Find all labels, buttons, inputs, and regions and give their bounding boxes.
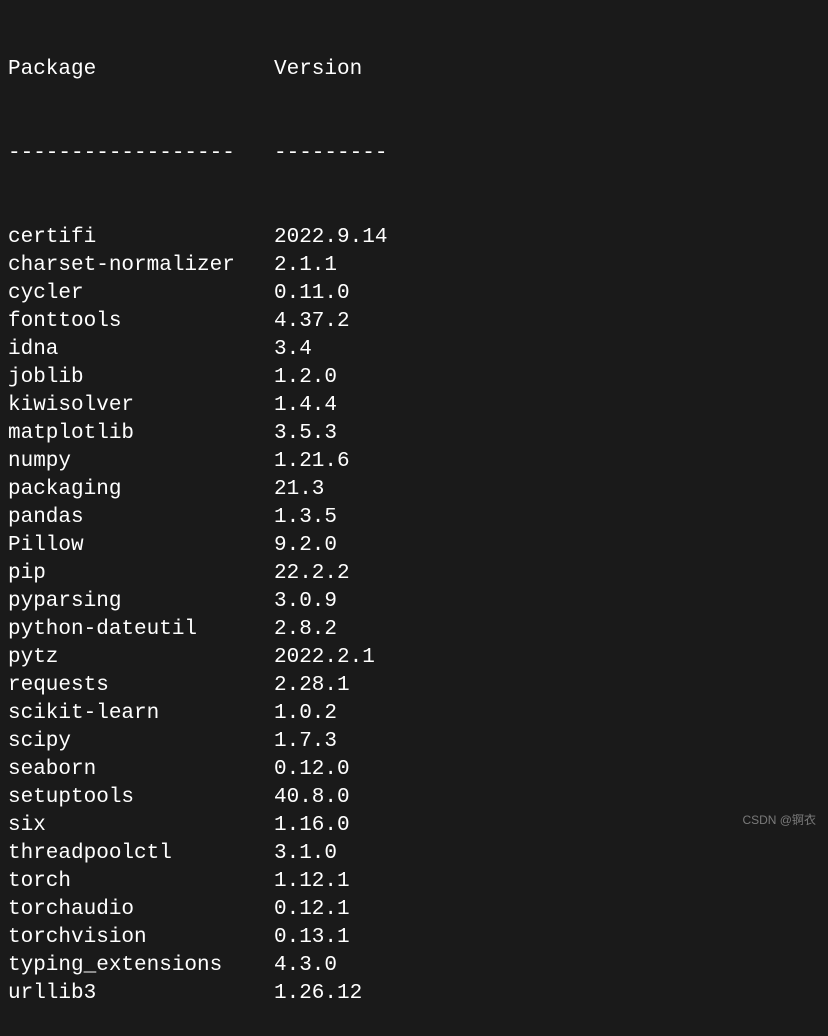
package-version: 40.8.0 [274, 784, 350, 812]
package-name: python-dateutil [8, 616, 274, 644]
table-row: scikit-learn1.0.2 [8, 700, 820, 728]
package-list: certifi2022.9.14charset-normalizer2.1.1c… [8, 224, 820, 1008]
package-version: 1.4.4 [274, 392, 337, 420]
package-name: joblib [8, 364, 274, 392]
package-version: 3.1.0 [274, 840, 337, 868]
package-version: 3.4 [274, 336, 312, 364]
table-row: pyparsing3.0.9 [8, 588, 820, 616]
package-name: setuptools [8, 784, 274, 812]
package-version: 1.0.2 [274, 700, 337, 728]
table-row: Pillow9.2.0 [8, 532, 820, 560]
package-version: 3.0.9 [274, 588, 337, 616]
package-version: 4.3.0 [274, 952, 337, 980]
table-row: kiwisolver1.4.4 [8, 392, 820, 420]
package-name: Pillow [8, 532, 274, 560]
package-name: torch [8, 868, 274, 896]
table-row: pip22.2.2 [8, 560, 820, 588]
table-row: torch1.12.1 [8, 868, 820, 896]
package-name: pyparsing [8, 588, 274, 616]
package-name: urllib3 [8, 980, 274, 1008]
package-version: 1.12.1 [274, 868, 350, 896]
watermark: CSDN @锕衣 [742, 806, 816, 834]
package-version: 9.2.0 [274, 532, 337, 560]
table-row: typing_extensions4.3.0 [8, 952, 820, 980]
package-name: torchvision [8, 924, 274, 952]
package-version: 1.16.0 [274, 812, 350, 840]
package-name: seaborn [8, 756, 274, 784]
table-row: six1.16.0 [8, 812, 820, 840]
table-row: pytz2022.2.1 [8, 644, 820, 672]
table-row: seaborn0.12.0 [8, 756, 820, 784]
table-header-row: Package Version [8, 56, 820, 84]
package-version: 0.12.1 [274, 896, 350, 924]
table-row: setuptools40.8.0 [8, 784, 820, 812]
table-row: idna3.4 [8, 336, 820, 364]
package-version: 1.3.5 [274, 504, 337, 532]
table-row: packaging21.3 [8, 476, 820, 504]
package-name: pytz [8, 644, 274, 672]
package-name: requests [8, 672, 274, 700]
package-version: 0.13.1 [274, 924, 350, 952]
package-version: 2022.9.14 [274, 224, 387, 252]
package-version: 1.2.0 [274, 364, 337, 392]
package-name: scipy [8, 728, 274, 756]
package-name: fonttools [8, 308, 274, 336]
package-name: scikit-learn [8, 700, 274, 728]
table-row: threadpoolctl3.1.0 [8, 840, 820, 868]
table-row: urllib31.26.12 [8, 980, 820, 1008]
package-name: charset-normalizer [8, 252, 274, 280]
package-name: packaging [8, 476, 274, 504]
table-row: fonttools4.37.2 [8, 308, 820, 336]
package-name: torchaudio [8, 896, 274, 924]
table-row: torchvision0.13.1 [8, 924, 820, 952]
package-name: pip [8, 560, 274, 588]
package-name: typing_extensions [8, 952, 274, 980]
package-name: threadpoolctl [8, 840, 274, 868]
package-name: pandas [8, 504, 274, 532]
separator-version: --------- [274, 140, 387, 168]
terminal-output: Package Version ------------------ -----… [8, 0, 820, 1036]
package-name: matplotlib [8, 420, 274, 448]
package-name: numpy [8, 448, 274, 476]
package-name: six [8, 812, 274, 840]
package-version: 0.11.0 [274, 280, 350, 308]
table-row: pandas1.3.5 [8, 504, 820, 532]
table-row: charset-normalizer2.1.1 [8, 252, 820, 280]
package-version: 3.5.3 [274, 420, 337, 448]
table-row: certifi2022.9.14 [8, 224, 820, 252]
package-name: idna [8, 336, 274, 364]
package-version: 4.37.2 [274, 308, 350, 336]
package-name: cycler [8, 280, 274, 308]
table-row: cycler0.11.0 [8, 280, 820, 308]
table-row: scipy1.7.3 [8, 728, 820, 756]
table-row: joblib1.2.0 [8, 364, 820, 392]
table-row: matplotlib3.5.3 [8, 420, 820, 448]
package-version: 22.2.2 [274, 560, 350, 588]
package-version: 2.1.1 [274, 252, 337, 280]
package-version: 1.7.3 [274, 728, 337, 756]
table-row: requests2.28.1 [8, 672, 820, 700]
table-row: torchaudio0.12.1 [8, 896, 820, 924]
table-separator-row: ------------------ --------- [8, 140, 820, 168]
package-version: 2.8.2 [274, 616, 337, 644]
package-name: certifi [8, 224, 274, 252]
package-version: 2.28.1 [274, 672, 350, 700]
table-row: python-dateutil2.8.2 [8, 616, 820, 644]
package-version: 0.12.0 [274, 756, 350, 784]
header-package: Package [8, 56, 274, 84]
header-version: Version [274, 56, 362, 84]
separator-package: ------------------ [8, 140, 274, 168]
package-version: 21.3 [274, 476, 324, 504]
table-row: numpy1.21.6 [8, 448, 820, 476]
package-version: 2022.2.1 [274, 644, 375, 672]
package-version: 1.26.12 [274, 980, 362, 1008]
package-version: 1.21.6 [274, 448, 350, 476]
package-name: kiwisolver [8, 392, 274, 420]
